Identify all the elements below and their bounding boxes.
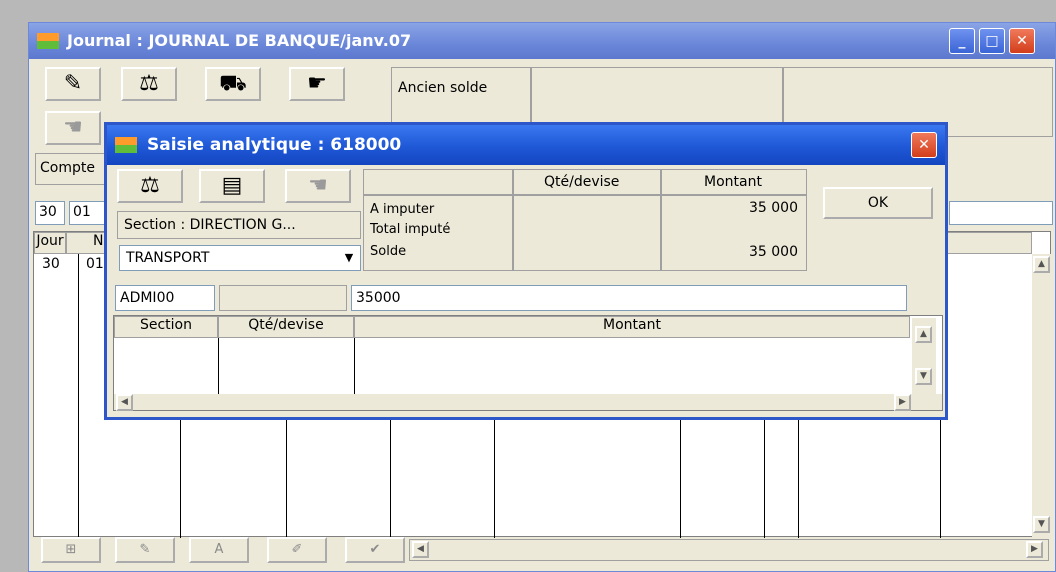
table-header-qte[interactable]: Qté/devise xyxy=(218,316,354,338)
scroll-up-icon[interactable]: ▲ xyxy=(915,326,932,343)
hand-tool-button[interactable]: ☛ xyxy=(289,67,345,101)
analytic-table[interactable]: Section Qté/devise Montant ▲ ▼ ◀ ▶ xyxy=(113,315,943,411)
section-label-panel: Section : DIRECTION G... xyxy=(117,211,361,239)
grid-vertical-scrollbar[interactable]: ▲ ▼ xyxy=(1032,254,1052,538)
scroll-right-icon[interactable]: ▶ xyxy=(894,394,911,411)
ok-button[interactable]: OK xyxy=(823,187,933,219)
dialog-titlebar[interactable]: Saisie analytique : 618000 ✕ xyxy=(107,125,945,165)
table-col-divider xyxy=(354,338,355,394)
compte-panel: Compte xyxy=(35,153,115,185)
ancien-solde-label: Ancien solde xyxy=(398,80,488,96)
balance-icon: ⚖ xyxy=(139,71,159,96)
summary-header-montant: Montant xyxy=(661,169,807,195)
dialog-app-icon xyxy=(115,137,137,153)
scales-icon: ✎ xyxy=(63,71,83,96)
dialog-balance-button[interactable]: ⚖ xyxy=(117,169,183,203)
table-horizontal-scrollbar[interactable]: ◀ ▶ xyxy=(114,394,942,411)
qte-devise-header: Qté/devise xyxy=(544,174,620,190)
a-imputer-label: A imputer xyxy=(370,202,435,217)
app-icon xyxy=(37,33,59,49)
vehicle-icon: ⛟ xyxy=(219,71,247,96)
scroll-right-icon[interactable]: ▶ xyxy=(1026,541,1043,558)
dialog-disabled-button[interactable]: ☚ xyxy=(285,169,351,203)
minimize-button[interactable]: _ xyxy=(949,28,975,54)
dialog-ledger-button[interactable]: ▤ xyxy=(199,169,265,203)
check-icon: ✔ xyxy=(369,542,381,557)
grid-col-divider xyxy=(78,254,79,538)
text-icon: A xyxy=(214,542,224,557)
bottom-tool-1[interactable]: ⊞ xyxy=(41,537,101,563)
scroll-down-icon[interactable]: ▼ xyxy=(1033,516,1050,533)
summary-labels: A imputer Total imputé Solde xyxy=(363,195,513,271)
compte-label: Compte xyxy=(40,160,95,176)
bottom-tool-2[interactable]: ✎ xyxy=(115,537,175,563)
grid-header-num[interactable]: N xyxy=(66,232,106,254)
horizontal-scrollbar[interactable]: ◀ ▶ xyxy=(409,539,1049,561)
section-select-value: TRANSPORT xyxy=(126,250,210,266)
balance-icon: ⚖ xyxy=(140,173,160,198)
hand-grey-icon: ☚ xyxy=(63,115,83,140)
montant-input[interactable]: 35000 xyxy=(351,285,907,311)
total-impute-label: Total imputé xyxy=(370,222,451,237)
summary-montant-values: 35 000 35 000 xyxy=(661,195,807,271)
grid-cell-jour[interactable]: 30 xyxy=(42,256,60,272)
journal-titlebar[interactable]: Journal : JOURNAL DE BANQUE/janv.07 _ □ … xyxy=(29,23,1055,59)
table-vertical-scrollbar[interactable]: ▲ ▼ xyxy=(912,318,936,394)
scroll-up-icon[interactable]: ▲ xyxy=(1033,256,1050,273)
montant-header: Montant xyxy=(704,174,762,190)
saisie-analytique-dialog: Saisie analytique : 618000 ✕ ⚖ ▤ ☚ Secti… xyxy=(104,122,948,420)
journal-title: Journal : JOURNAL DE BANQUE/janv.07 xyxy=(67,31,412,50)
dialog-close-button[interactable]: ✕ xyxy=(911,132,937,158)
a-imputer-value: 35 000 xyxy=(749,200,798,216)
maximize-button[interactable]: □ xyxy=(979,28,1005,54)
table-header-section[interactable]: Section xyxy=(114,316,218,338)
close-icon: ✕ xyxy=(918,137,930,153)
scroll-left-icon[interactable]: ◀ xyxy=(116,394,133,411)
jour-input[interactable]: 30 xyxy=(35,201,65,225)
ledger-tool-button[interactable]: ✎ xyxy=(45,67,101,101)
grid-cell-num[interactable]: 01 xyxy=(86,256,104,272)
bottom-tool-3[interactable]: A xyxy=(189,537,249,563)
section-select[interactable]: TRANSPORT ▼ xyxy=(119,245,361,271)
qte-input[interactable] xyxy=(219,285,347,311)
entry-extra-input[interactable] xyxy=(949,201,1053,225)
hand-icon: ☛ xyxy=(307,71,327,96)
summary-qte-values xyxy=(513,195,661,271)
section-label: Section : DIRECTION G... xyxy=(124,217,296,233)
chevron-down-icon[interactable]: ▼ xyxy=(340,249,358,267)
vehicle-tool-button[interactable]: ⛟ xyxy=(205,67,261,101)
hand-grey-icon: ☚ xyxy=(308,173,328,198)
section-code-input[interactable]: ADMI00 xyxy=(115,285,215,311)
table-col-divider xyxy=(218,338,219,394)
pen-icon: ✐ xyxy=(291,542,303,557)
tree-icon: ⊞ xyxy=(65,542,77,557)
dialog-title: Saisie analytique : 618000 xyxy=(147,135,402,155)
summary-header-empty xyxy=(363,169,513,195)
disabled-tool-button[interactable]: ☚ xyxy=(45,111,101,145)
close-button[interactable]: ✕ xyxy=(1009,28,1035,54)
ledger-icon: ▤ xyxy=(221,173,243,198)
bottom-tool-5[interactable]: ✔ xyxy=(345,537,405,563)
table-header-montant[interactable]: Montant xyxy=(354,316,910,338)
solde-value: 35 000 xyxy=(749,244,798,260)
balance-tool-button[interactable]: ⚖ xyxy=(121,67,177,101)
grid-header-jour[interactable]: Jour xyxy=(34,232,66,254)
num-input[interactable]: 01 xyxy=(69,201,109,225)
bottom-tool-4[interactable]: ✐ xyxy=(267,537,327,563)
edit-icon: ✎ xyxy=(139,542,151,557)
scroll-down-icon[interactable]: ▼ xyxy=(915,368,932,385)
scroll-left-icon[interactable]: ◀ xyxy=(412,541,429,558)
solde-label: Solde xyxy=(370,244,407,259)
summary-header-qte: Qté/devise xyxy=(513,169,661,195)
